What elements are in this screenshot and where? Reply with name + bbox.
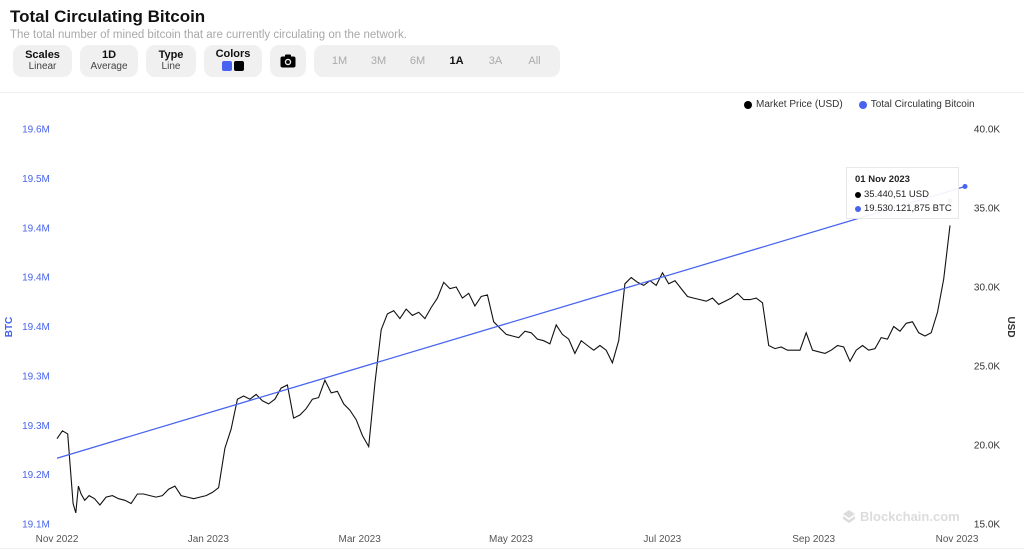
tooltip-price-value: 35.440,51 USD xyxy=(864,189,929,200)
x-axis-tick-label: May 2023 xyxy=(489,534,533,545)
tooltip-btc-value: 19.530.121,875 BTC xyxy=(864,203,952,214)
hover-point-btc xyxy=(962,184,968,190)
series-line-circulating-btc xyxy=(56,185,966,459)
x-axis-tick-label: Nov 2022 xyxy=(36,534,79,545)
x-axis-tick-label: Sep 2023 xyxy=(792,534,835,545)
chart-plot: 19.6M 19.5M 19.4M 19.4M 19.4M 19.3M 19.3M 19.2M… xyxy=(4,125,1016,546)
left-axis-tick-label: 19.2M xyxy=(22,470,50,481)
x-axis-tick-label: Mar 2023 xyxy=(339,534,382,545)
tooltip-row-btc: 19.530.121,875 BTC xyxy=(855,203,958,214)
right-axis-tick-label: 25.0K xyxy=(974,362,1000,373)
tooltip-row-price: 35.440,51 USD xyxy=(855,189,958,200)
left-axis-tick-label: 19.5M xyxy=(22,174,50,185)
x-axis-tick-label: Jan 2023 xyxy=(188,534,230,545)
watermark: Blockchain.com xyxy=(842,509,960,524)
series-line-market-price xyxy=(56,225,951,514)
left-axis-tick-label: 19.4M xyxy=(22,322,50,333)
right-axis-title: USD xyxy=(1005,316,1016,337)
watermark-text: Blockchain.com xyxy=(860,509,960,524)
tooltip-dot-price xyxy=(855,191,861,198)
left-axis-tick-label: 19.3M xyxy=(22,371,50,382)
tooltip-date: 01 Nov 2023 xyxy=(855,174,910,185)
left-axis-tick-label: 19.6M xyxy=(22,125,50,136)
right-axis-tick-label: 30.0K xyxy=(974,283,1000,294)
left-axis-tick-label: 19.4M xyxy=(22,223,50,234)
blockchain-logo-icon xyxy=(843,509,855,523)
right-axis-tick-label: 40.0K xyxy=(974,125,1000,136)
right-axis-tick-label: 15.0K xyxy=(974,520,1000,531)
left-axis-tick-label: 19.3M xyxy=(22,421,50,432)
left-axis-tick-label: 19.4M xyxy=(22,273,50,284)
x-axis-tick-label: Nov 2023 xyxy=(936,534,979,545)
left-axis-title: BTC xyxy=(4,317,15,338)
right-axis-tick-label: 35.0K xyxy=(974,204,1000,215)
right-axis-tick-label: 20.0K xyxy=(974,441,1000,452)
left-axis-tick-label: 19.1M xyxy=(22,520,50,531)
x-axis-tick-label: Jul 2023 xyxy=(643,534,681,545)
tooltip-dot-btc xyxy=(855,205,861,212)
footer-divider xyxy=(0,548,1024,549)
chart-tooltip: 01 Nov 2023 35.440,51 USD 19.530.121,875… xyxy=(846,167,959,219)
